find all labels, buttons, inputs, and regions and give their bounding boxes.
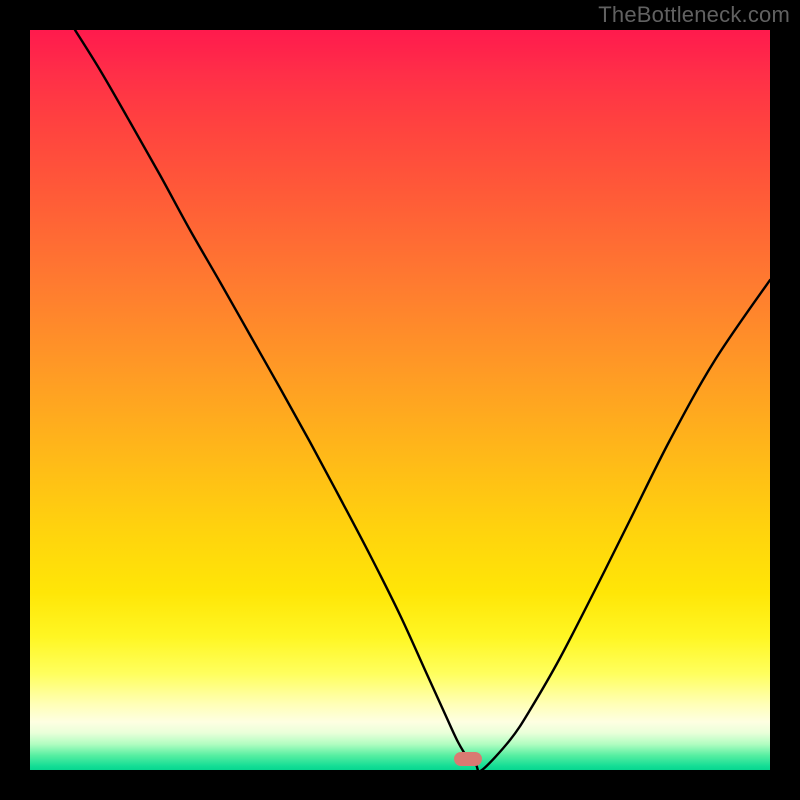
plot-area [30,30,770,770]
chart-frame: TheBottleneck.com [0,0,800,800]
minimum-marker [454,752,482,766]
watermark-text: TheBottleneck.com [598,2,790,28]
bottleneck-curve-path [75,30,770,770]
chart-svg [30,30,770,770]
